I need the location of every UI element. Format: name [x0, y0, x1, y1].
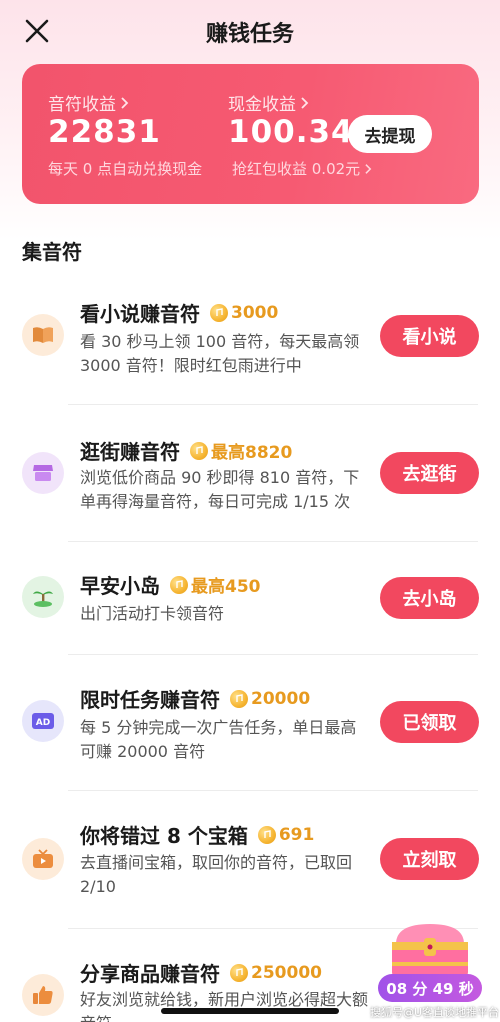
- task-title-text: 早安小岛: [80, 574, 160, 598]
- task-icon-bg: AD: [22, 700, 64, 742]
- divider: [68, 541, 478, 542]
- task-read-novel: 看小说赚音符 3000 看 30 秒马上领 100 音符，每天最高领 3000 …: [0, 290, 500, 402]
- task-description: 看 30 秒马上领 100 音符，每天最高领 3000 音符！限时红包雨进行中: [80, 332, 360, 375]
- shop-icon: [33, 465, 53, 481]
- task-title: 逛街赚音符 最高8820: [80, 436, 292, 465]
- section-title: 集音符: [22, 240, 82, 264]
- claimed-button[interactable]: 已领取: [380, 701, 479, 743]
- coin-icon: [170, 575, 188, 594]
- chevron-right-icon: [301, 96, 309, 109]
- header: 赚钱任务: [0, 0, 500, 62]
- go-shopping-button[interactable]: 去逛街: [380, 452, 479, 494]
- task-title-text: 分享商品赚音符: [80, 962, 220, 986]
- task-title: 分享商品赚音符 250000: [80, 958, 322, 987]
- note-earnings-label: 音符收益: [48, 95, 116, 115]
- task-description: 好友浏览就给钱，新用户浏览必得超大额音符: [80, 990, 369, 1022]
- task-reward-value: 20000: [251, 688, 311, 709]
- note-earnings-value: 22831: [48, 114, 161, 150]
- coin-icon: [257, 825, 276, 844]
- task-morning-island: 早安小岛 最高450 出门活动打卡领音符 去小岛: [0, 564, 500, 652]
- task-title-text: 你将错过 8 个宝箱: [80, 824, 248, 848]
- cash-earnings-link[interactable]: 现金收益: [228, 90, 310, 115]
- page-title: 赚钱任务: [205, 22, 294, 47]
- task-reward-value: 250000: [251, 962, 322, 983]
- task-treasure-chests: 你将错过 8 个宝箱 691 去直播间宝箱，取回你的音符，已取回 2/10 立刻…: [0, 814, 500, 926]
- note-earnings-link[interactable]: 音符收益: [48, 90, 130, 115]
- book-icon: [33, 327, 53, 343]
- coin-icon: [210, 303, 228, 322]
- island-icon: [33, 591, 53, 607]
- task-icon-bg: [22, 314, 64, 356]
- task-title-text: 逛街赚音符: [80, 440, 180, 464]
- task-title: 你将错过 8 个宝箱 691: [80, 820, 314, 849]
- task-title: 早安小岛 最高450: [80, 570, 261, 599]
- chevron-right-icon: [365, 163, 372, 174]
- live-tv-icon: [33, 849, 53, 868]
- read-novel-button[interactable]: 看小说: [380, 315, 479, 357]
- task-reward: 250000: [230, 963, 322, 983]
- task-reward: 最高450: [170, 572, 261, 597]
- cash-earnings-value: 100.34: [228, 114, 354, 150]
- task-icon-bg: [22, 974, 64, 1016]
- chevron-right-icon: [121, 96, 129, 109]
- coin-icon: [230, 963, 248, 982]
- task-icon-bg: [22, 838, 64, 880]
- coin-icon: [190, 441, 208, 460]
- claim-now-button[interactable]: 立刻取: [380, 838, 479, 880]
- task-reward: 20000: [230, 689, 310, 709]
- countdown-timer: 08 分 49 秒: [378, 974, 482, 1002]
- task-reward-value: 最高8820: [211, 443, 293, 463]
- svg-text:AD: AD: [36, 718, 50, 728]
- divider: [68, 404, 478, 405]
- red-packet-earnings-text: 抢红包收益 0.02元: [232, 160, 361, 178]
- cash-earnings-label: 现金收益: [228, 95, 296, 115]
- task-description: 浏览低价商品 90 秒即得 810 音符，下单再得海量音符，每日可完成 1/15…: [80, 468, 360, 511]
- task-title-text: 看小说赚音符: [80, 302, 200, 326]
- task-reward: 3000: [210, 303, 278, 323]
- task-reward: 最高8820: [190, 438, 292, 463]
- treasure-chest-icon: [392, 924, 468, 978]
- task-reward: 691: [257, 824, 315, 845]
- home-indicator: [161, 1008, 339, 1014]
- withdraw-button[interactable]: 去提现: [348, 115, 432, 153]
- task-shopping: 逛街赚音符 最高8820 浏览低价商品 90 秒即得 810 音符，下单再得海量…: [0, 428, 500, 540]
- treasure-chest-timer[interactable]: 08 分 49 秒: [378, 918, 482, 1014]
- task-description: 每 5 分钟完成一次广告任务，单日最高可赚 20000 音符: [80, 718, 357, 761]
- earnings-card: 音符收益 22831 每天 0 点自动兑换现金 现金收益 100.34 抢红包收…: [22, 64, 479, 204]
- task-title-text: 限时任务赚音符: [80, 688, 220, 712]
- go-island-button[interactable]: 去小岛: [380, 577, 479, 619]
- task-title: 看小说赚音符 3000: [80, 298, 278, 327]
- divider: [68, 790, 478, 791]
- task-reward-value: 最高450: [191, 577, 261, 597]
- task-description: 去直播间宝箱，取回你的音符，已取回 2/10: [80, 853, 353, 896]
- task-title: 限时任务赚音符 20000: [80, 684, 310, 713]
- watermark: 搜狐号@U客直谈地推平台: [370, 1006, 500, 1019]
- task-icon-bg: [22, 452, 64, 494]
- task-icon-bg: [22, 576, 64, 618]
- task-description: 出门活动打卡领音符: [80, 604, 225, 623]
- red-packet-earnings-link[interactable]: 抢红包收益 0.02元: [232, 158, 373, 179]
- task-reward-value: 691: [278, 824, 315, 845]
- note-earnings-sub: 每天 0 点自动兑换现金: [48, 160, 203, 178]
- ad-icon: AD: [32, 713, 54, 729]
- divider: [68, 654, 478, 655]
- task-reward-value: 3000: [231, 302, 279, 323]
- task-limited-ad: AD 限时任务赚音符 20000 每 5 分钟完成一次广告任务，单日最高可赚 2…: [0, 676, 500, 788]
- thumbs-up-icon: [33, 986, 53, 1004]
- coin-icon: [230, 689, 248, 708]
